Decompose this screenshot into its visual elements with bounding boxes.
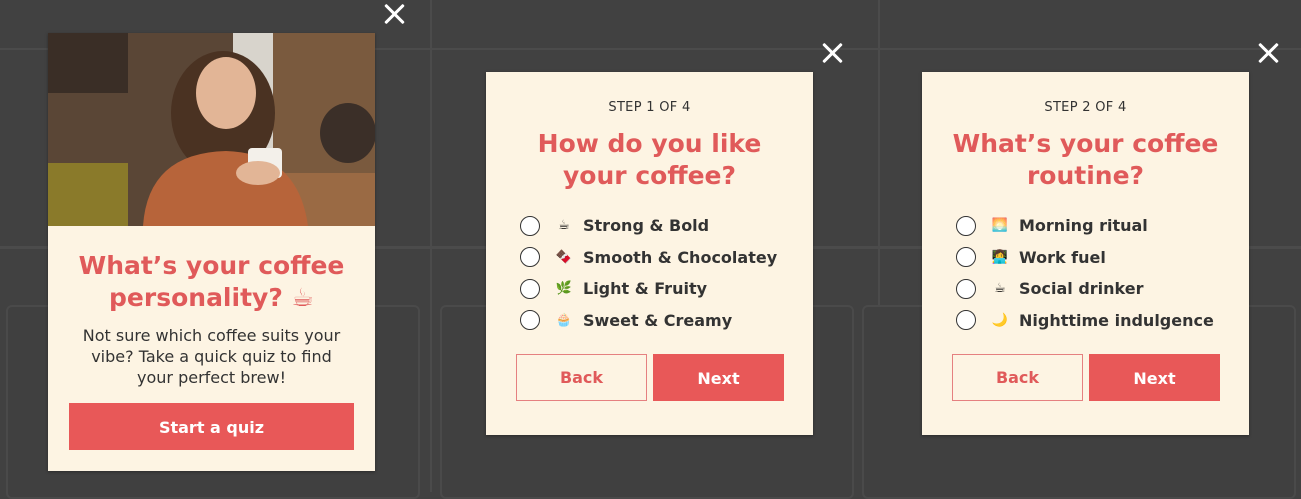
quiz-intro-popup: What’s your coffee personality? ☕ Not su… — [48, 33, 375, 471]
option-label: Strong & Bold — [583, 216, 710, 236]
coffee-cup-icon: ☕ — [558, 218, 570, 234]
option-morning-ritual[interactable]: 🌅 Morning ritual — [956, 210, 1214, 242]
sunrise-icon: 🌅 — [991, 218, 1009, 234]
next-button[interactable]: Next — [653, 354, 784, 401]
radio-button[interactable] — [520, 247, 540, 268]
step-indicator: STEP 2 OF 4 — [1044, 100, 1127, 115]
radio-button[interactable] — [956, 278, 976, 299]
option-strong-bold[interactable]: ☕ Strong & Bold — [520, 210, 777, 242]
option-nighttime-indulgence[interactable]: 🌙 Nighttime indulgence — [956, 305, 1214, 337]
option-label: Smooth & Chocolatey — [583, 247, 778, 267]
radio-button[interactable] — [956, 215, 976, 236]
back-button[interactable]: Back — [516, 354, 647, 401]
step-indicator: STEP 1 OF 4 — [608, 100, 691, 115]
option-social-drinker[interactable]: ☕ Social drinker — [956, 273, 1214, 305]
option-label: Work fuel — [1019, 247, 1106, 267]
quiz-step-2-popup: STEP 2 OF 4 What’s your coffee routine? … — [922, 72, 1249, 435]
option-light-fruity[interactable]: 🌿 Light & Fruity — [520, 273, 777, 305]
question-title-line: What’s your coffee — [952, 129, 1219, 158]
option-label: Nighttime indulgence — [1019, 310, 1214, 330]
radio-button[interactable] — [520, 310, 540, 331]
radio-button[interactable] — [520, 278, 540, 299]
cupcake-icon: 🧁 — [555, 312, 573, 328]
laptop-worker-icon: 👩‍💻 — [991, 249, 1009, 265]
option-smooth-chocolatey[interactable]: 🍫 Smooth & Chocolatey — [520, 242, 777, 274]
question-title-line: your coffee? — [563, 161, 736, 190]
question-title-line: How do you like — [537, 129, 762, 158]
chocolate-icon: 🍫 — [555, 249, 573, 265]
intro-title-line: What’s your coffee — [78, 251, 345, 280]
close-icon[interactable] — [1256, 40, 1282, 66]
question-title: What’s your coffee routine? — [922, 128, 1249, 192]
option-label: Light & Fruity — [583, 279, 708, 299]
start-quiz-button[interactable]: Start a quiz — [69, 403, 354, 450]
options-list: 🌅 Morning ritual 👩‍💻 Work fuel ☕ Social … — [956, 210, 1214, 336]
intro-title-line: personality? ☕ — [109, 283, 314, 312]
coffee-cup-icon: ☕ — [994, 281, 1006, 297]
options-list: ☕ Strong & Bold 🍫 Smooth & Chocolatey 🌿 … — [520, 210, 777, 336]
option-sweet-creamy[interactable]: 🧁 Sweet & Creamy — [520, 305, 777, 337]
option-label: Morning ritual — [1019, 216, 1148, 236]
quiz-step-1-popup: STEP 1 OF 4 How do you like your coffee?… — [486, 72, 813, 435]
question-title-line: routine? — [1026, 161, 1145, 190]
coffee-photo — [48, 33, 375, 226]
radio-button[interactable] — [956, 247, 976, 268]
option-label: Sweet & Creamy — [583, 310, 733, 330]
close-icon[interactable] — [820, 40, 846, 66]
next-button[interactable]: Next — [1089, 354, 1220, 401]
back-button[interactable]: Back — [952, 354, 1083, 401]
moon-icon: 🌙 — [991, 312, 1009, 328]
option-work-fuel[interactable]: 👩‍💻 Work fuel — [956, 242, 1214, 274]
background-divider — [430, 0, 432, 492]
question-title: How do you like your coffee? — [486, 128, 813, 192]
option-label: Social drinker — [1019, 279, 1144, 299]
intro-title: What’s your coffee personality? ☕ — [48, 250, 375, 314]
radio-button[interactable] — [956, 310, 976, 331]
close-icon[interactable] — [382, 1, 408, 27]
intro-description: Not sure which coffee suits your vibe? T… — [82, 326, 341, 387]
herb-icon: 🌿 — [555, 281, 573, 297]
radio-button[interactable] — [520, 215, 540, 236]
